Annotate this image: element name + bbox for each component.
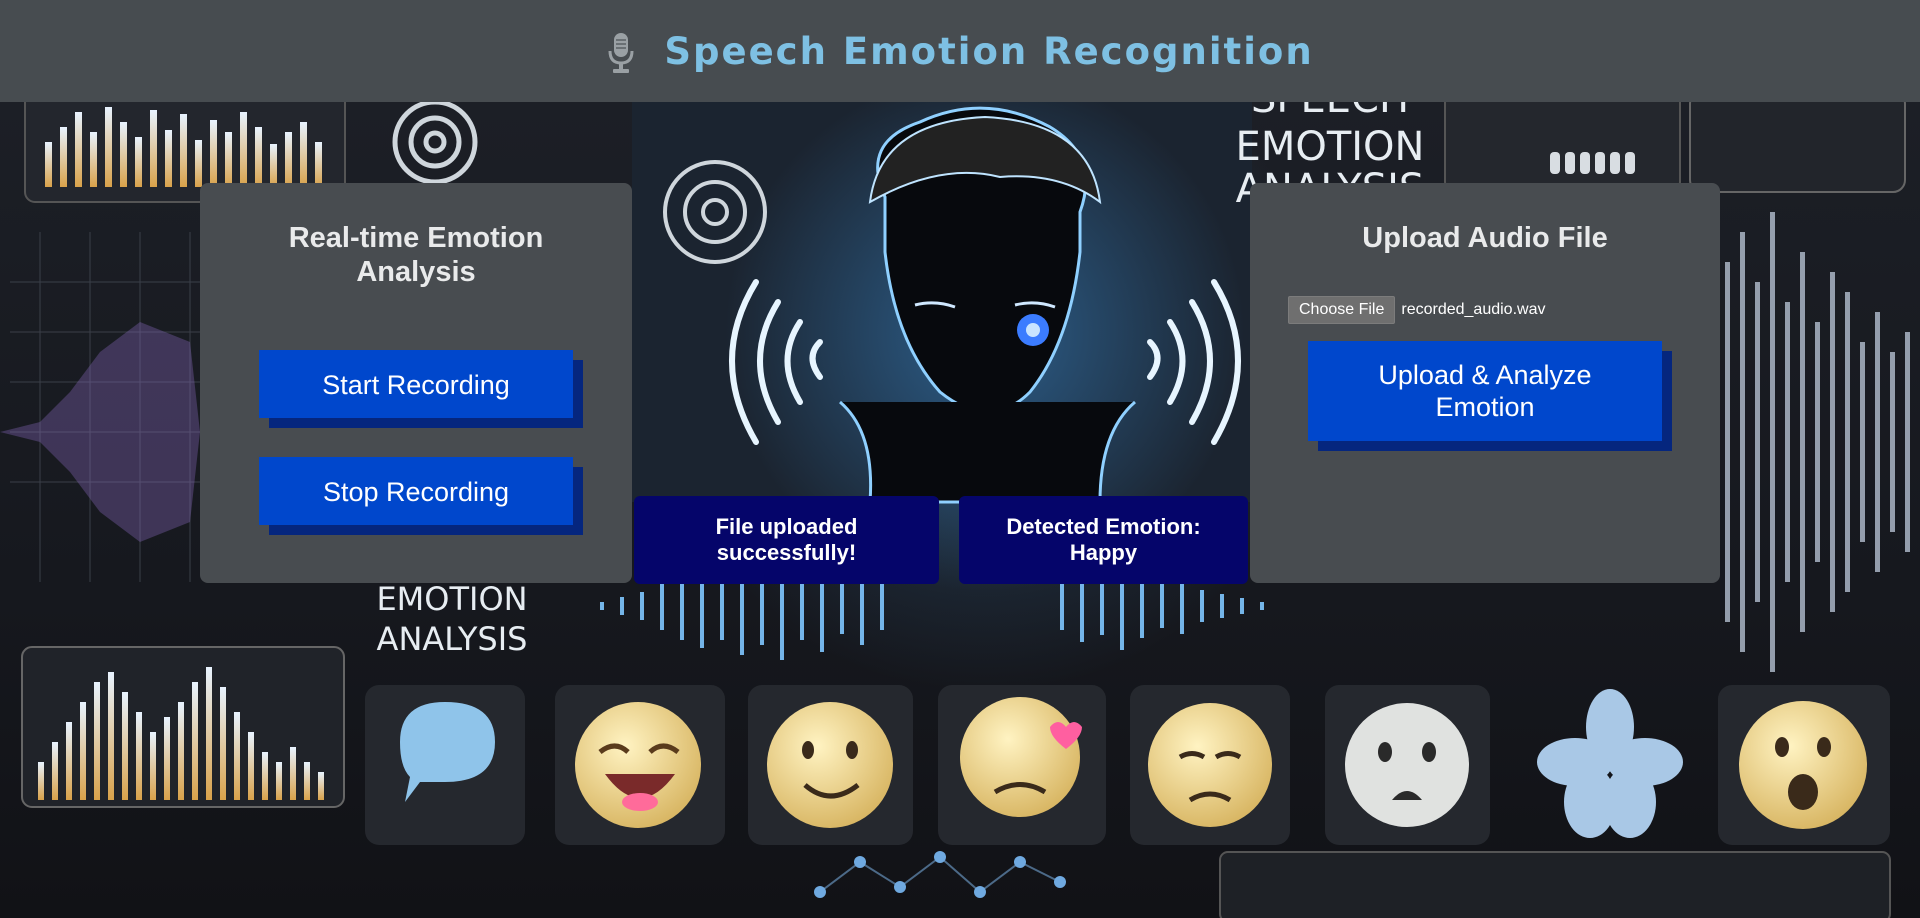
stop-recording-button[interactable]: Stop Recording: [259, 457, 573, 525]
svg-text:SPEECH: SPEECH: [1251, 102, 1409, 122]
upload-analyze-button[interactable]: Upload & Analyze Emotion: [1308, 341, 1662, 441]
detected-emotion-text: Detected Emotion: Happy: [1006, 514, 1201, 565]
microphone-icon: [608, 33, 634, 73]
upload-status-text: File uploaded successfully!: [715, 514, 858, 565]
upload-panel: Upload Audio File Choose File recorded_a…: [1250, 183, 1720, 583]
detected-emotion-message: Detected Emotion: Happy: [959, 496, 1248, 584]
selected-file-name: recorded_audio.wav: [1401, 301, 1546, 318]
svg-text:ANALYSIS: ANALYSIS: [377, 620, 528, 658]
realtime-panel: Real-time Emotion Analysis Start Recordi…: [200, 183, 632, 583]
upload-analyze-label: Upload & Analyze Emotion: [1378, 360, 1592, 422]
realtime-heading: Real-time Emotion Analysis: [288, 222, 544, 288]
svg-text:EMOTION: EMOTION: [1236, 124, 1425, 170]
app-header: Speech Emotion Recognition: [0, 0, 1920, 102]
upload-status-message: File uploaded successfully!: [634, 496, 939, 584]
svg-text:EMOTION: EMOTION: [376, 580, 527, 618]
file-input[interactable]: Choose File recorded_audio.wav: [1288, 296, 1545, 324]
upload-heading: Upload Audio File: [1362, 222, 1608, 254]
page-title: Speech Emotion Recognition: [664, 29, 1314, 73]
start-recording-button[interactable]: Start Recording: [259, 350, 573, 418]
choose-file-button[interactable]: Choose File: [1288, 296, 1396, 324]
